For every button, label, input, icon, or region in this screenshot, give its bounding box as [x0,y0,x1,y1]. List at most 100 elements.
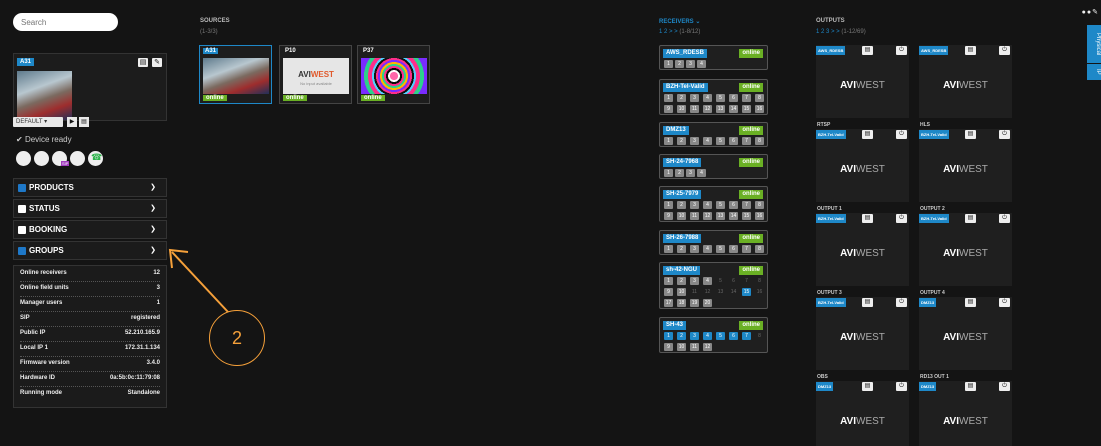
accordion-booking[interactable]: BOOKING ❯ [13,220,167,239]
list-icon[interactable]: ▤ [79,117,89,127]
power-icon[interactable]: ⏻ [999,214,1010,223]
source-name: A31 [203,48,219,54]
power-icon[interactable]: ⏻ [896,214,907,223]
receiver-card[interactable]: SH-24-7968 online 1234 [659,154,768,179]
output-card[interactable]: AWS_RDESB ▤ ⏻ AVIWEST RTSP [816,45,909,128]
output-card[interactable]: BZH-Tel-Valid ▤ ⏻ AVIWEST OUTPUT 4 [919,213,1012,296]
stat-row: Public IP 52.210.165.9 [20,330,160,342]
storage-icon[interactable] [34,151,49,166]
record-icon[interactable] [16,151,31,166]
phone-icon[interactable]: ☎ [88,151,103,166]
receiver-card[interactable]: sh-42-NGU online 12345678 9 10 11 12 13 14 15 1… [659,262,768,309]
receiver-name: AWS_RDESB [663,49,708,58]
source-status-badge: online [203,95,227,101]
tab-physical[interactable]: Physical [1087,25,1101,63]
output-receiver-tag: DMZ13 [816,382,834,391]
accordion-status[interactable]: STATUS ❯ [13,199,167,218]
output-card[interactable]: BZH-Tel-Valid ▤ ⏻ AVIWEST OBS [816,297,909,380]
list-icon[interactable]: ▤ [965,46,976,55]
aviwest-logo: AVIWEST [840,164,885,175]
receiver-card[interactable]: SH-25-7979 online 12345678 9 10 11 12 13 14 15… [659,186,768,222]
receivers-pager[interactable]: 1 2 > > (1-8/12) [659,29,700,35]
source-card[interactable]: P10 AVIWEST No input available online [279,45,352,104]
edit-icon[interactable]: ✎ [152,58,162,67]
stat-label: Running mode [20,390,62,396]
power-icon[interactable]: ⏻ [896,130,907,139]
profile-select[interactable]: DEFAULT ▾ [13,117,63,127]
power-icon[interactable]: ⏻ [896,382,907,391]
output-label: OUTPUT 3 [817,290,842,296]
tab-ip[interactable]: IP [1087,64,1101,80]
no-input-thumbnail: AVIWEST No input available [283,58,349,94]
list-icon[interactable]: ▤ [862,46,873,55]
output-header: AWS_RDESB ▤ ⏻ [816,45,909,56]
transfer-icon[interactable] [70,151,85,166]
accordion-booking-label: BOOKING [29,225,68,234]
sip-phone-icon[interactable]: SIP [52,151,70,166]
source-thumbnail [203,58,269,94]
list-icon[interactable]: ▤ [965,130,976,139]
search-input[interactable] [13,13,118,31]
output-card[interactable]: BZH-Tel-Valid ▤ ⏻ AVIWEST OUTPUT 2 [919,129,1012,212]
output-card[interactable]: DMZ13 ▤ ⏻ AVIWEST [919,381,1012,446]
output-card[interactable]: DMZ13 ▤ ⏻ AVIWEST [816,381,909,446]
output-header: BZH-Tel-Valid ▤ ⏻ [919,213,1012,224]
list-icon[interactable]: ▤ [862,382,873,391]
list-icon[interactable]: ▤ [965,298,976,307]
receivers-count: (1-8/12) [679,29,701,35]
sources-title: SOURCES [200,18,230,24]
power-icon[interactable]: ⏻ [999,46,1010,55]
list-icon[interactable]: ▤ [862,298,873,307]
aviwest-logo: AVIWEST [840,248,885,259]
outputs-pager-links[interactable]: 1 2 3 > > [816,29,840,35]
products-checkbox[interactable] [18,184,26,192]
play-icon[interactable]: ▶ [67,117,77,127]
status-checkbox[interactable] [18,205,26,213]
receiver-card[interactable]: DMZ13 online 12345678 [659,122,768,147]
stat-label: Hardware ID [20,375,56,381]
stat-label: Online field units [20,285,69,291]
receiver-card[interactable]: AWS_RDESB online 1234 [659,45,768,70]
receivers-title[interactable]: RECEIVERS ⌄ [659,18,700,25]
source-name: P37 [363,48,374,54]
accordion-products[interactable]: PRODUCTS ❯ [13,178,167,197]
receiver-card[interactable]: BZH-Tel-Valid online 12345678 9 10 11 12 13 1… [659,79,768,115]
power-icon[interactable]: ⏻ [896,298,907,307]
receivers-pager-links[interactable]: 1 2 > > [659,29,678,35]
power-icon[interactable]: ⏻ [999,130,1010,139]
list-icon[interactable]: ▤ [862,214,873,223]
receiver-card[interactable]: SH-26-7988 online 12345678 [659,230,768,255]
receiver-card[interactable]: SH-43 online 12345678 9 10 11 12 [659,317,768,353]
output-card[interactable]: AWS_RDESB ▤ ⏻ AVIWEST HLS [919,45,1012,128]
output-label: OUTPUT 2 [920,206,945,212]
aviwest-logo: AVIWEST [943,416,988,427]
outputs-title: OUTPUTS [816,18,845,24]
output-card[interactable]: DMZ13 ▤ ⏻ AVIWEST RD13 OUT 1 [919,297,1012,380]
device-list-icon[interactable]: ▤ [138,58,148,67]
groups-checkbox[interactable] [18,247,26,255]
output-header: DMZ13 ▤ ⏻ [919,381,1012,392]
output-receiver-tag: BZH-Tel-Valid [919,130,949,139]
aviwest-logo: AVIWEST [840,80,885,91]
sources-count: (1-3/3) [200,29,218,35]
source-card[interactable]: P37 online [357,45,430,104]
power-icon[interactable]: ⏻ [999,298,1010,307]
chevron-down-icon: ❯ [150,247,156,254]
booking-checkbox[interactable] [18,226,26,234]
device-card[interactable]: A31 ▤ ✎ [13,53,167,121]
output-card[interactable]: BZH-Tel-Valid ▤ ⏻ AVIWEST OUTPUT 3 [816,213,909,296]
power-icon[interactable]: ⏻ [999,382,1010,391]
stat-row: Running mode Standalone [20,390,160,402]
output-card[interactable]: BZH-Tel-Valid ▤ ⏻ AVIWEST OUTPUT 1 [816,129,909,212]
power-icon[interactable]: ⏻ [896,46,907,55]
source-card[interactable]: A31 online [199,45,272,104]
accordion-groups[interactable]: GROUPS ❯ [13,241,167,260]
outputs-pager[interactable]: 1 2 3 > > (1-12/69) [816,29,866,35]
list-icon[interactable]: ▤ [862,130,873,139]
list-icon[interactable]: ▤ [965,214,976,223]
top-icons[interactable]: ●●✎ [1082,8,1099,16]
receiver-name: SH-24-7968 [663,158,702,167]
list-icon[interactable]: ▤ [965,382,976,391]
stat-label: Online receivers [20,270,67,276]
receiver-status-badge: online [739,266,763,275]
